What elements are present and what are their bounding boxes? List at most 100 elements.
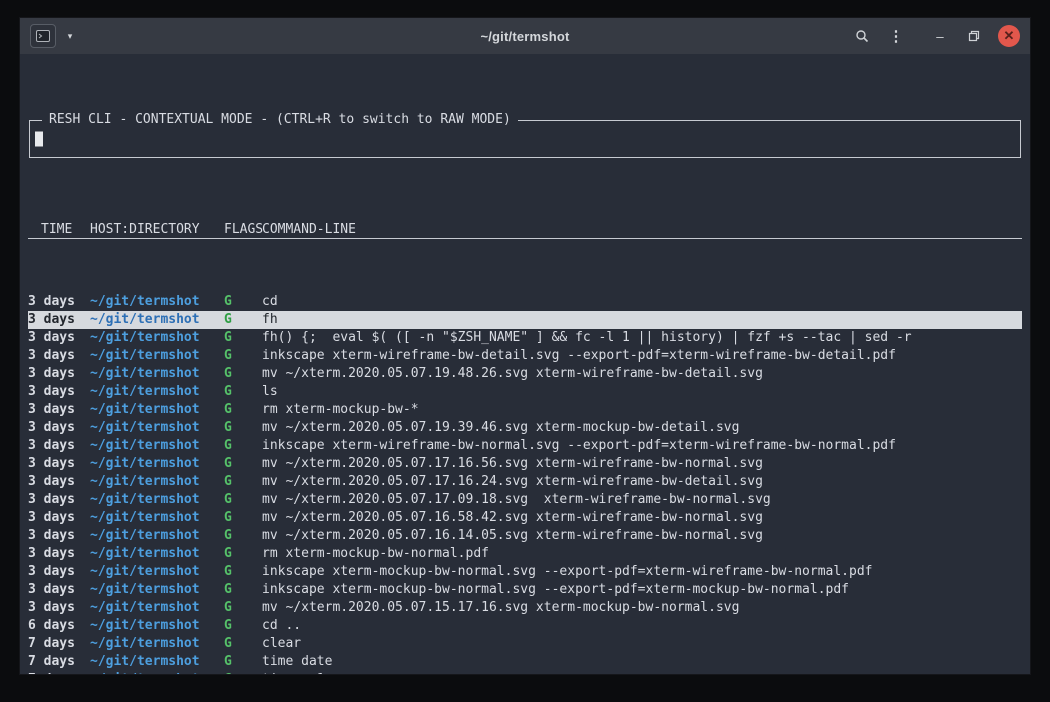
row-host: ~/git/termshot xyxy=(90,347,224,365)
table-header: TIME HOST:DIRECTORY FLAGS COMMAND-LINE xyxy=(28,221,1022,239)
history-row[interactable]: 3 days~/git/termshotGfh() {; eval $( ([ … xyxy=(28,329,1022,347)
row-flags: G xyxy=(224,599,262,617)
terminal-icon xyxy=(36,30,50,42)
row-command: mv ~/xterm.2020.05.07.16.14.05.svg xterm… xyxy=(262,527,1022,545)
row-host: ~/git/termshot xyxy=(90,599,224,617)
row-time: 7 days xyxy=(28,671,90,674)
history-row[interactable]: 3 days~/git/termshotGrm xterm-mockup-bw-… xyxy=(28,545,1022,563)
history-row[interactable]: 3 days~/git/termshotGmv ~/xterm.2020.05.… xyxy=(28,419,1022,437)
history-row[interactable]: 3 days~/git/termshotGinkscape xterm-mock… xyxy=(28,581,1022,599)
row-time: 3 days xyxy=(28,473,90,491)
row-host: ~/git/termshot xyxy=(90,419,224,437)
row-command: ls xyxy=(262,383,1022,401)
row-flags: G xyxy=(224,545,262,563)
row-time: 7 days xyxy=(28,635,90,653)
history-row[interactable]: 3 days~/git/termshotGmv ~/xterm.2020.05.… xyxy=(28,473,1022,491)
row-flags: G xyxy=(224,671,262,674)
titlebar: ▾ ~/git/termshot ⋮ – ✕ xyxy=(20,18,1030,54)
row-host: ~/git/termshot xyxy=(90,581,224,599)
header-host-directory: HOST:DIRECTORY xyxy=(90,221,224,238)
row-command: inkscape xterm-wireframe-bw-normal.svg -… xyxy=(262,437,1022,455)
history-row[interactable]: 3 days~/git/termshotGinkscape xterm-mock… xyxy=(28,563,1022,581)
row-flags: G xyxy=(224,563,262,581)
titlebar-right: ⋮ – ✕ xyxy=(850,24,1020,48)
row-command: inkscape xterm-wireframe-bw-detail.svg -… xyxy=(262,347,1022,365)
new-terminal-button[interactable] xyxy=(30,24,56,48)
row-time: 3 days xyxy=(28,599,90,617)
history-row[interactable]: 3 days~/git/termshotGinkscape xterm-wire… xyxy=(28,347,1022,365)
row-host: ~/git/termshot xyxy=(90,509,224,527)
header-flags: FLAGS xyxy=(224,221,262,238)
row-flags: G xyxy=(224,347,262,365)
row-flags: G xyxy=(224,473,262,491)
row-host: ~/git/termshot xyxy=(90,671,224,674)
row-host: ~/git/termshot xyxy=(90,563,224,581)
row-flags: G xyxy=(224,293,262,311)
header-time: TIME xyxy=(28,221,90,238)
row-command: cd xyxy=(262,293,1022,311)
row-time: 3 days xyxy=(28,527,90,545)
row-host: ~/git/termshot xyxy=(90,293,224,311)
row-time: 3 days xyxy=(28,545,90,563)
row-host: ~/git/termshot xyxy=(90,653,224,671)
row-time: 3 days xyxy=(28,365,90,383)
row-time: 3 days xyxy=(28,419,90,437)
history-row[interactable]: 3 days~/git/termshotGmv ~/xterm.2020.05.… xyxy=(28,527,1022,545)
row-command: time date xyxy=(262,653,1022,671)
row-time: 7 days xyxy=(28,653,90,671)
history-row[interactable]: 3 days~/git/termshotGmv ~/xterm.2020.05.… xyxy=(28,455,1022,473)
history-row[interactable]: 3 days~/git/termshotGrm xterm-mockup-bw-… xyxy=(28,401,1022,419)
header-command-line: COMMAND-LINE xyxy=(262,221,1022,238)
restore-button[interactable] xyxy=(962,24,986,48)
history-row[interactable]: 3 days~/git/termshotGmv ~/xterm.2020.05.… xyxy=(28,491,1022,509)
history-row[interactable]: 3 days~/git/termshotGmv ~/xterm.2020.05.… xyxy=(28,365,1022,383)
history-row[interactable]: 3 days~/git/termshotGfh xyxy=(28,311,1022,329)
row-flags: G xyxy=(224,437,262,455)
row-time: 3 days xyxy=(28,293,90,311)
row-flags: G xyxy=(224,383,262,401)
history-row[interactable]: 7 days~/git/termshotGtime x=1 xyxy=(28,671,1022,674)
row-command: fh xyxy=(262,311,1022,329)
minimize-button[interactable]: – xyxy=(928,24,952,48)
row-command: rm xterm-mockup-bw-normal.pdf xyxy=(262,545,1022,563)
search-input-box[interactable]: RESH CLI - CONTEXTUAL MODE - (CTRL+R to … xyxy=(29,120,1021,158)
kebab-menu-icon[interactable]: ⋮ xyxy=(884,24,908,48)
row-time: 3 days xyxy=(28,383,90,401)
row-host: ~/git/termshot xyxy=(90,473,224,491)
row-command: mv ~/xterm.2020.05.07.16.58.42.svg xterm… xyxy=(262,509,1022,527)
search-icon xyxy=(855,29,869,43)
history-row[interactable]: 3 days~/git/termshotGmv ~/xterm.2020.05.… xyxy=(28,509,1022,527)
close-button[interactable]: ✕ xyxy=(998,25,1020,47)
chevron-down-icon[interactable]: ▾ xyxy=(58,24,82,48)
history-row[interactable]: 6 days~/git/termshotGcd .. xyxy=(28,617,1022,635)
history-row[interactable]: 3 days~/git/termshotGmv ~/xterm.2020.05.… xyxy=(28,599,1022,617)
row-flags: G xyxy=(224,491,262,509)
row-command: mv ~/xterm.2020.05.07.15.17.16.svg xterm… xyxy=(262,599,1022,617)
search-button[interactable] xyxy=(850,24,874,48)
window-title: ~/git/termshot xyxy=(200,29,850,44)
row-host: ~/git/termshot xyxy=(90,635,224,653)
row-command: clear xyxy=(262,635,1022,653)
row-host: ~/git/termshot xyxy=(90,365,224,383)
history-row[interactable]: 3 days~/git/termshotGcd xyxy=(28,293,1022,311)
history-row[interactable]: 3 days~/git/termshotGls xyxy=(28,383,1022,401)
history-row[interactable]: 7 days~/git/termshotGclear xyxy=(28,635,1022,653)
row-flags: G xyxy=(224,527,262,545)
terminal-window: ▾ ~/git/termshot ⋮ – ✕ xyxy=(20,18,1030,674)
history-row[interactable]: 7 days~/git/termshotGtime date xyxy=(28,653,1022,671)
row-time: 3 days xyxy=(28,311,90,329)
row-flags: G xyxy=(224,401,262,419)
history-row[interactable]: 3 days~/git/termshotGinkscape xterm-wire… xyxy=(28,437,1022,455)
restore-icon xyxy=(968,30,980,42)
row-flags: G xyxy=(224,581,262,599)
row-host: ~/git/termshot xyxy=(90,383,224,401)
mode-title: RESH CLI - CONTEXTUAL MODE - (CTRL+R to … xyxy=(42,111,518,129)
row-command: mv ~/xterm.2020.05.07.19.48.26.svg xterm… xyxy=(262,365,1022,383)
titlebar-left: ▾ xyxy=(30,24,200,48)
row-host: ~/git/termshot xyxy=(90,437,224,455)
row-time: 3 days xyxy=(28,455,90,473)
row-flags: G xyxy=(224,653,262,671)
terminal-content: RESH CLI - CONTEXTUAL MODE - (CTRL+R to … xyxy=(20,54,1030,674)
row-flags: G xyxy=(224,509,262,527)
row-host: ~/git/termshot xyxy=(90,545,224,563)
